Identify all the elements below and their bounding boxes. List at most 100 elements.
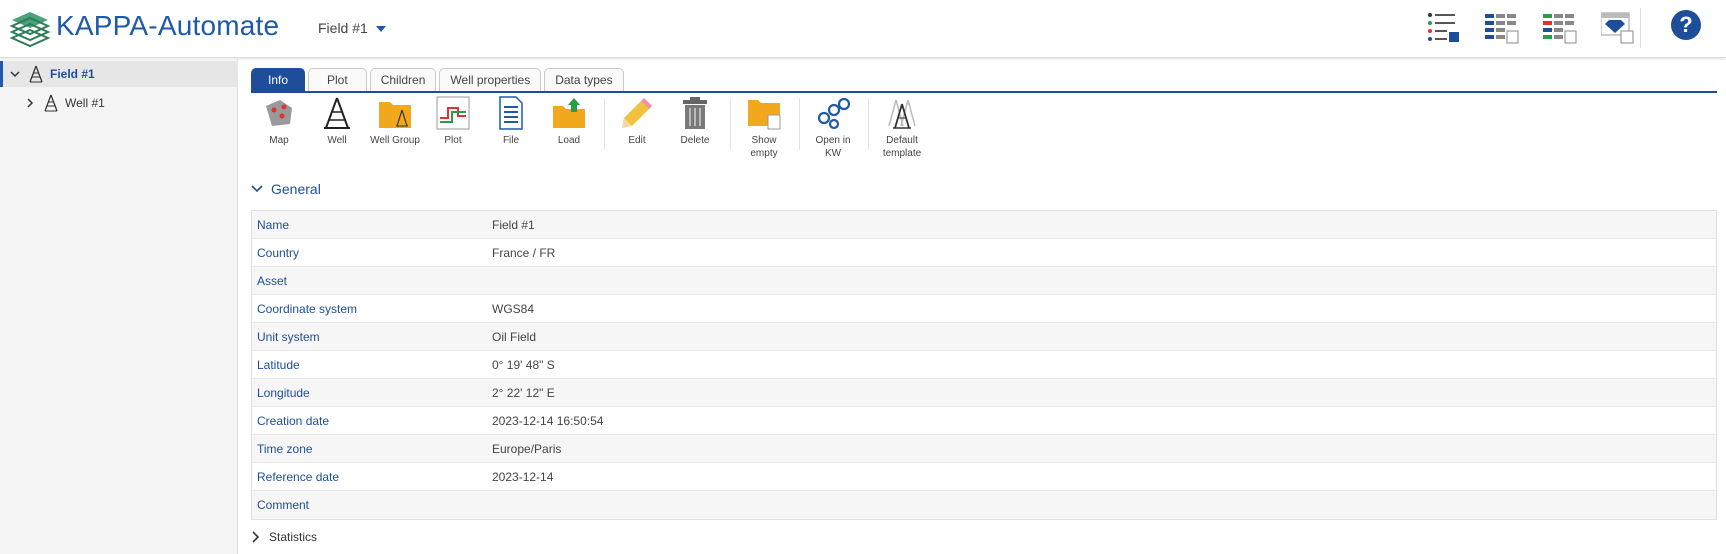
- property-key: Country: [257, 245, 300, 260]
- edit-icon: [622, 98, 652, 128]
- property-value: Europe/Paris: [492, 441, 562, 456]
- load-label: Load: [557, 135, 581, 146]
- well-group-icon: [379, 102, 411, 128]
- map-button[interactable]: Map: [250, 96, 308, 147]
- load-icon: [553, 98, 585, 128]
- show-empty-button[interactable]: Show empty: [735, 96, 793, 160]
- table-row: Latitude 0° 19' 48" S: [252, 351, 1716, 379]
- general-section-toggle[interactable]: General: [251, 181, 321, 197]
- table-row: Creation date 2023-12-14 16:50:54: [252, 407, 1716, 435]
- plot-label: Plot: [444, 135, 462, 146]
- well-label: Well: [327, 135, 347, 146]
- chevron-down-icon: [251, 185, 263, 193]
- well-group-label: Well Group: [370, 135, 420, 146]
- property-value: 2023-12-14 16:50:54: [492, 413, 604, 428]
- tab-underline: [251, 91, 1717, 93]
- tab-info[interactable]: Info: [251, 68, 306, 92]
- property-key: Asset: [257, 273, 288, 288]
- property-value: France / FR: [492, 245, 556, 260]
- property-key: Longitude: [257, 385, 310, 400]
- table-row: Name Field #1: [252, 211, 1716, 239]
- caret-down-icon: [375, 26, 386, 32]
- app-header: KAPPA-Automate Field #1 ?: [0, 0, 1726, 58]
- file-icon: [499, 96, 523, 130]
- tree-item-well-1[interactable]: Well #1: [0, 90, 238, 116]
- default-template-label: Default template: [882, 135, 922, 159]
- table-row: Coordinate system WGS84: [252, 295, 1716, 323]
- property-key: Reference date: [257, 469, 340, 484]
- property-value: Field #1: [492, 217, 535, 232]
- property-value: 2° 22' 12" E: [492, 385, 555, 400]
- well-icon: [324, 97, 350, 129]
- table-row: Asset: [252, 267, 1716, 295]
- toolbar-divider: [799, 98, 800, 150]
- load-button[interactable]: Load: [540, 96, 598, 147]
- property-value: 0° 19' 48" S: [492, 357, 555, 372]
- kappa-logo-icon: [9, 12, 51, 48]
- delete-icon: [683, 97, 707, 129]
- properties-table: Name Field #1 Country France / FR Asset Co…: [251, 210, 1717, 520]
- property-key: Name: [257, 217, 290, 232]
- map-label: Map: [269, 135, 289, 146]
- header-divider: [1640, 8, 1641, 48]
- tab-children[interactable]: Children: [369, 68, 437, 92]
- chevron-down-icon[interactable]: [10, 69, 20, 79]
- property-key: Comment: [257, 498, 310, 512]
- list-view-icon[interactable]: [1427, 11, 1461, 45]
- show-empty-label: Show empty: [750, 135, 778, 159]
- rig-icon: [44, 94, 58, 112]
- default-template-button[interactable]: Default template: [873, 96, 931, 160]
- tab-data-types[interactable]: Data types: [544, 68, 624, 92]
- field-selector-label: Field #1: [318, 20, 368, 36]
- well-button[interactable]: Well: [308, 96, 366, 147]
- detail-tabs: Info Plot Children Well properties Data …: [251, 68, 624, 92]
- plot-icon: [436, 96, 470, 130]
- property-key: Creation date: [257, 413, 330, 428]
- property-key: Unit system: [257, 329, 320, 344]
- toolbar-divider: [730, 98, 731, 150]
- tree-item-field-1[interactable]: Field #1: [0, 61, 238, 87]
- plot-button[interactable]: Plot: [424, 96, 482, 147]
- table-row: Unit system Oil Field: [252, 323, 1716, 351]
- map-icon: [266, 100, 292, 126]
- tab-well-properties[interactable]: Well properties: [439, 68, 542, 92]
- property-value: 2023-12-14: [492, 469, 554, 484]
- open-in-kw-button[interactable]: Open in KW: [804, 96, 862, 160]
- property-value: WGS84: [492, 301, 535, 316]
- tab-plot[interactable]: Plot: [308, 68, 367, 92]
- edit-label: Edit: [628, 135, 646, 146]
- table-row: Country France / FR: [252, 239, 1716, 267]
- gem-dashboard-icon[interactable]: [1601, 11, 1635, 45]
- property-key: Latitude: [257, 357, 300, 372]
- general-section-title: General: [271, 181, 321, 197]
- grid-view-icon[interactable]: [1485, 11, 1519, 45]
- well-group-button[interactable]: Well Group: [366, 96, 424, 147]
- table-row: Comment: [252, 491, 1716, 519]
- chevron-right-icon[interactable]: [25, 98, 35, 108]
- default-template-icon: [888, 99, 916, 129]
- field-selector[interactable]: Field #1: [318, 20, 386, 36]
- statistics-section-title: Statistics: [269, 530, 318, 544]
- show-empty-icon: [748, 100, 781, 130]
- help-icon[interactable]: ?: [1671, 10, 1701, 40]
- delete-label: Delete: [680, 135, 710, 146]
- open-in-kw-label: Open in KW: [815, 135, 851, 159]
- delete-button[interactable]: Delete: [666, 96, 724, 147]
- file-label: File: [502, 135, 520, 146]
- edit-button[interactable]: Edit: [608, 96, 666, 147]
- tree-item-label: Field #1: [50, 67, 95, 81]
- table-row: Longitude 2° 22' 12" E: [252, 379, 1716, 407]
- rig-icon: [29, 65, 43, 83]
- toolbar-divider: [604, 98, 605, 150]
- property-value: Oil Field: [492, 329, 537, 344]
- open-kw-icon: [817, 97, 850, 130]
- file-button[interactable]: File: [482, 96, 540, 147]
- colored-grid-icon[interactable]: [1543, 11, 1577, 45]
- table-row: Time zone Europe/Paris: [252, 435, 1716, 463]
- toolbar-divider: [868, 98, 869, 150]
- app-title: KAPPA-Automate: [56, 10, 280, 41]
- chevron-right-icon: [252, 531, 259, 543]
- statistics-section-toggle[interactable]: Statistics: [251, 530, 317, 544]
- property-key: Time zone: [257, 441, 313, 456]
- table-row: Reference date 2023-12-14: [252, 463, 1716, 491]
